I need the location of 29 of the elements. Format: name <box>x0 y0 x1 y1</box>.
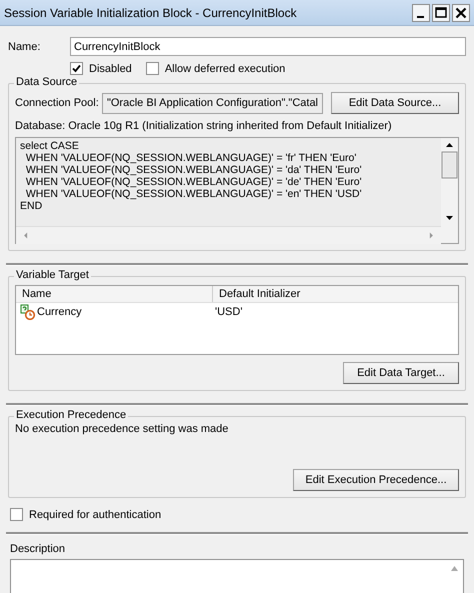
description-field[interactable] <box>10 559 464 593</box>
group-title: Data Source <box>14 76 80 88</box>
column-header[interactable]: Default Initializer <box>213 286 300 302</box>
default-initializer-value: 'USD' <box>214 306 242 318</box>
variable-name: Currency <box>37 306 82 318</box>
precedence-message: No execution precedence setting was made <box>15 423 230 435</box>
checkbox-label: Disabled <box>89 62 132 74</box>
database-note: Database: Oracle 10g R1 (Initialization string inherited from Default Initializer) <box>15 120 393 132</box>
checkbox-label: Allow deferred execution <box>164 62 286 74</box>
connection-pool-label: Connection Pool: <box>15 97 100 109</box>
maximize-icon[interactable] <box>432 4 450 22</box>
window-title: Session Variable Initialization Block - CurrencyInitBlock <box>3 6 298 20</box>
close-icon[interactable] <box>452 4 470 22</box>
group-title: Execution Precedence <box>14 409 128 421</box>
edit-button[interactable]: Edit Data Source... <box>331 92 459 114</box>
group-title: Variable Target <box>14 269 91 281</box>
minimize-icon[interactable] <box>412 4 430 22</box>
name-label: Name: <box>8 40 42 52</box>
checkbox[interactable] <box>70 62 83 75</box>
connection-pool-field[interactable]: "Oracle BI Application Configuration"."Catal <box>102 92 323 114</box>
sql-editor[interactable]: select CASE WHEN 'VALUEOF(NQ_SESSION.WEBLANGUAGE)' = 'fr' THEN 'Euro' WHEN 'VALUEOF(NQ_SESSION.WEBLANGUAGE)' = 'da' THEN 'Euro' WHEN 'VALUEOF(NQ_SESSION.WEBLANGUAGE)' = 'de' THEN 'Euro' WHEN 'VALUEOF(NQ_SESSION.WEBLANGUAGE)' = 'en' THEN 'USD' END <box>16 138 441 226</box>
edit-button[interactable]: Edit Data Target... <box>343 362 459 384</box>
description-label: Description <box>10 543 66 555</box>
checkbox[interactable] <box>10 508 23 521</box>
name-field[interactable]: CurrencyInitBlock <box>70 37 466 56</box>
column-header[interactable]: Name <box>16 286 213 302</box>
edit-button[interactable]: Edit Execution Precedence... <box>293 469 459 491</box>
checkbox[interactable] <box>146 62 159 75</box>
checkbox-label: Required for authentication <box>29 508 162 520</box>
